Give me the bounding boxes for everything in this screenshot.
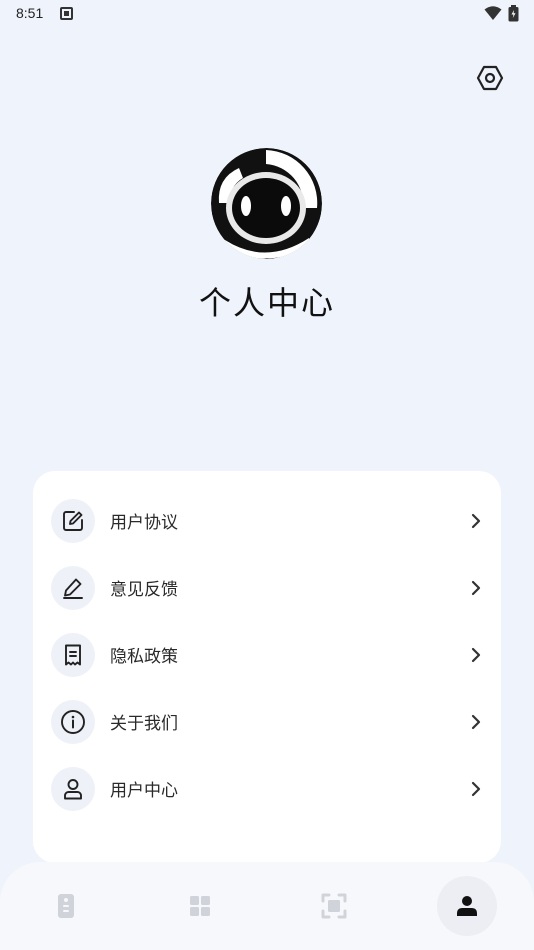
chevron-right-icon	[471, 714, 481, 729]
menu-card: 用户协议 意见反馈 隐私政策 关于我们 用户中心	[33, 471, 501, 863]
menu-icon-container	[51, 498, 95, 543]
menu-item-about-us[interactable]: 关于我们	[33, 688, 501, 755]
status-bar: 8:51	[0, 0, 534, 28]
chevron-right-icon	[471, 647, 481, 662]
battery-icon	[508, 5, 519, 22]
chevron-right-icon	[471, 580, 481, 595]
menu-item-label: 关于我们	[110, 714, 178, 734]
page-title: 个人中心	[198, 284, 335, 322]
nav-tab-profile[interactable]	[437, 876, 497, 936]
menu-item-label: 隐私政策	[110, 647, 178, 667]
settings-button[interactable]	[468, 56, 512, 100]
remote-icon	[58, 894, 74, 918]
bottom-nav	[0, 862, 534, 950]
nav-tab-scan[interactable]	[304, 876, 364, 936]
status-time: 8:51	[16, 5, 44, 21]
menu-icon-container	[51, 766, 95, 811]
menu-item-user-agreement[interactable]: 用户协议	[33, 487, 501, 554]
notification-icon	[60, 7, 73, 20]
grid-icon	[190, 896, 210, 916]
pen-icon	[63, 578, 83, 599]
chevron-right-icon	[471, 513, 481, 528]
settings-icon	[476, 65, 504, 91]
scan-icon	[321, 893, 347, 919]
menu-item-feedback[interactable]: 意见反馈	[33, 554, 501, 621]
menu-icon-container	[51, 565, 95, 610]
profile-screen: 8:51 个人中心 用户协议 意见反馈 隐私政策 关于我们 用户中心	[0, 0, 534, 950]
chevron-right-icon	[471, 781, 481, 796]
receipt-icon	[65, 644, 81, 665]
menu-item-label: 用户协议	[110, 513, 178, 533]
menu-item-privacy-policy[interactable]: 隐私政策	[33, 621, 501, 688]
menu-icon-container	[51, 699, 95, 744]
robot-avatar-image	[211, 148, 322, 259]
wifi-icon	[484, 6, 502, 20]
menu-item-user-center[interactable]: 用户中心	[33, 755, 501, 822]
nav-tab-apps[interactable]	[170, 876, 230, 936]
menu-item-label: 用户中心	[110, 781, 178, 801]
edit-document-icon	[63, 510, 83, 531]
person-icon	[457, 896, 477, 916]
info-icon	[61, 709, 85, 734]
user-icon	[64, 778, 82, 799]
menu-icon-container	[51, 632, 95, 677]
menu-item-label: 意见反馈	[110, 580, 178, 600]
nav-tab-remote[interactable]	[36, 876, 96, 936]
avatar[interactable]	[211, 148, 322, 259]
